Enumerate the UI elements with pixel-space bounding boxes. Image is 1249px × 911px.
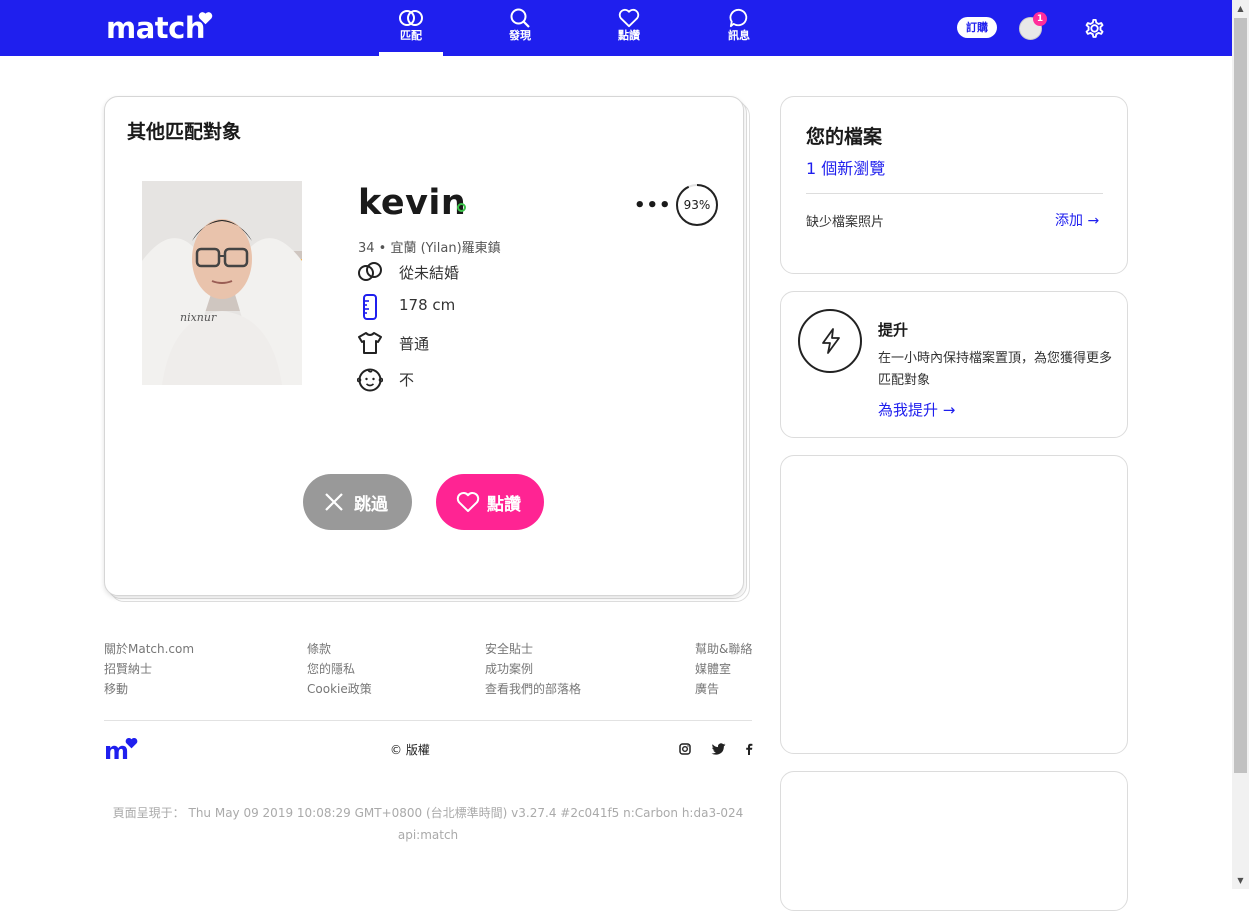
nav-tab-messages[interactable]: 訊息 [707,8,771,56]
footer-link-safety-tips[interactable]: 安全貼士 [485,640,533,657]
missing-photo-text: 缺少檔案照片 [806,215,885,230]
footer-link-careers[interactable]: 招賢納士 [104,660,152,677]
profile-name[interactable]: kevin [358,183,466,223]
footer-match-logo[interactable]: m [104,737,138,764]
nav-tab-label: 點讚 [618,29,640,42]
build-info: 頁面呈現于： Thu May 09 2019 10:08:29 GMT+0800… [104,802,752,846]
footer-link-success-stories[interactable]: 成功案例 [485,660,533,677]
boost-title: 提升 [878,321,909,339]
footer-link-advertising[interactable]: 廣告 [695,680,719,697]
shirt-icon [358,332,382,354]
profile-location: 34 • 宜蘭 (Yilan)羅東鎮 [358,241,501,256]
copyright-text: © 版權 [390,743,430,757]
footer-link-help-contact[interactable]: 幫助&聯絡 [695,640,752,657]
nav-tab-label: 匹配 [400,29,422,42]
detail-text: 不 [399,371,415,389]
like-button-label: 點讚 [487,495,521,515]
profile-photo-image: nixnur [142,181,302,385]
match-logo[interactable]: match [106,10,213,46]
scrollbar-thumb[interactable] [1234,18,1247,773]
footer-divider [104,720,752,721]
match-card-title: 其他匹配對象 [127,121,242,143]
boost-description: 在一小時內保持檔案置頂，為您獲得更多匹配對象 [878,351,1113,388]
footer-link-mobile[interactable]: 移動 [104,680,128,697]
build-info-api: api:match [397,828,459,842]
logo-heart-icon [125,737,138,749]
baby-face-icon [357,368,383,392]
like-button[interactable]: 點讚 [436,474,544,530]
footer-link-cookie-policy[interactable]: Cookie政策 [307,680,372,697]
twitter-icon[interactable] [711,743,726,755]
more-options-icon[interactable]: ••• [634,195,672,216]
rings-icon [399,10,423,26]
empty-panel [780,455,1128,754]
nav-tab-matches[interactable]: 匹配 [379,8,443,56]
online-status-dot [457,203,466,212]
boost-button[interactable] [798,309,862,373]
nav-tab-likes[interactable]: 點讚 [597,8,661,56]
footer-link-terms[interactable]: 條款 [307,640,331,657]
new-views-link[interactable]: 1 個新瀏覽 [806,155,885,179]
skip-button-label: 跳過 [354,495,388,515]
search-icon [510,8,530,28]
footer-link-blog[interactable]: 查看我們的部落格 [485,680,581,697]
compatibility-percent: 93% [683,198,711,212]
lightning-bolt-icon [822,328,840,354]
subscribe-button[interactable]: 訂購 [957,17,997,38]
facebook-icon[interactable] [745,743,753,755]
nav-tab-discover[interactable]: 發現 [488,8,552,56]
your-profile-panel: 您的檔案 1 個新瀏覽 缺少檔案照片 添加 → [780,96,1128,274]
match-card: 其他匹配對象 nixnur kevin ••• 93% 34 • 宜蘭 (Yil… [104,96,744,596]
boost-me-link[interactable]: 為我提升 → [878,399,955,420]
your-profile-title: 您的檔案 [806,126,883,148]
footer-link-press-room[interactable]: 媒體室 [695,660,731,677]
gear-icon[interactable] [1081,15,1107,41]
footer-link-about[interactable]: 關於Match.com [104,640,194,657]
detail-text: 178 cm [399,296,456,314]
top-navigation-bar: match 匹配 發現 點讚 訊息 訂購 1 [0,0,1232,56]
notification-badge: 1 [1033,12,1047,26]
instagram-icon[interactable] [679,743,691,755]
panel-divider [806,193,1103,194]
nav-tab-label: 發現 [509,29,531,42]
build-info-line: 頁面呈現于： Thu May 09 2019 10:08:29 GMT+0800… [112,806,744,820]
profile-photo[interactable]: nixnur [142,181,302,385]
heart-icon [456,492,480,512]
add-photo-link[interactable]: 添加 → [1055,210,1099,230]
detail-text: 普通 [399,335,430,353]
scroll-down-arrow-icon[interactable]: ▼ [1236,876,1245,885]
rings-icon [358,262,382,281]
close-icon [325,493,343,511]
logo-heart-icon [198,12,213,25]
empty-panel [780,771,1128,911]
footer-link-privacy[interactable]: 您的隱私 [307,660,355,677]
chat-bubble-icon [729,8,748,28]
heart-icon [618,8,640,28]
scroll-up-arrow-icon[interactable]: ▲ [1236,4,1245,13]
ruler-icon [363,294,377,320]
skip-button[interactable]: 跳過 [303,474,412,530]
detail-text: 從未結婚 [399,264,460,282]
boost-panel: 提升 在一小時內保持檔案置頂，為您獲得更多匹配對象 為我提升 → [780,291,1128,438]
svg-text:nixnur: nixnur [180,311,217,324]
nav-tab-label: 訊息 [728,29,750,42]
